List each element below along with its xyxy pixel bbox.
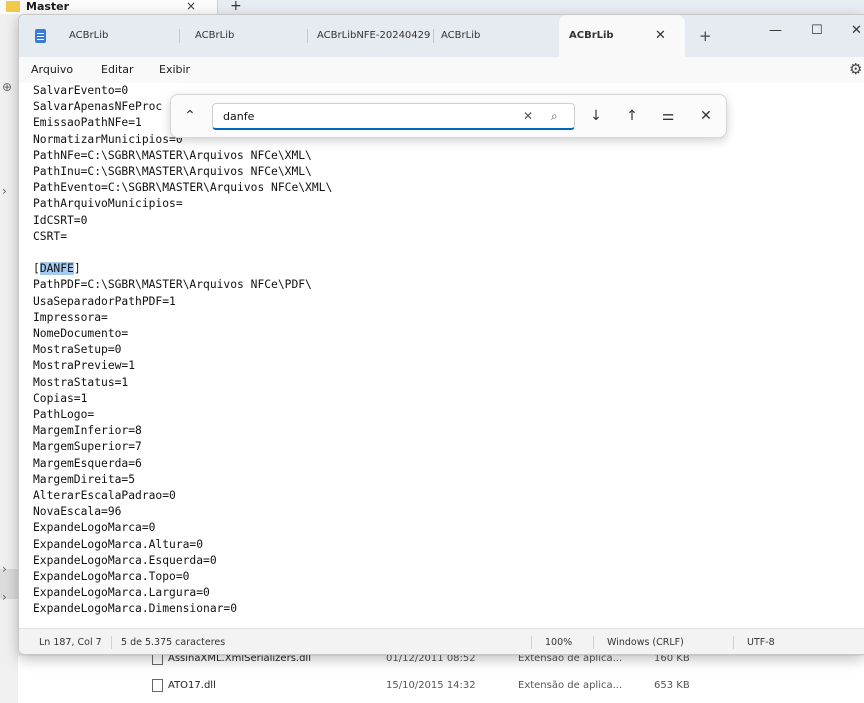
code-line: Copias=1 (33, 391, 88, 405)
close-icon[interactable]: × (186, 0, 196, 13)
notepad-icon (35, 29, 46, 43)
code-line: PathLogo= (33, 408, 95, 421)
bracket-text: ] (73, 262, 81, 276)
text-editor[interactable]: SalvarEvento=0 SalvarApenasNFeProc Emiss… (19, 83, 864, 628)
find-next-arrow-down-icon[interactable]: ↓ (585, 95, 607, 137)
code-line: PathEvento=C:\SGBR\MASTER\Arquivos NFCe\… (33, 181, 333, 195)
clear-icon[interactable]: ✕ (523, 103, 533, 130)
file-type: Extensão de aplica... (518, 680, 623, 691)
status-divider (733, 636, 734, 649)
code-line: ExpandeLogoMarca=0 (33, 521, 156, 535)
code-line: SalvarEvento=0 (33, 84, 129, 97)
tab-label: ACBrLib (441, 30, 481, 41)
file-name: ATO17.dll (168, 680, 216, 691)
code-line: MostraPreview=1 (33, 359, 136, 373)
code-line: ExpandeLogoMarca.Largura=0 (33, 586, 210, 600)
zoom-level[interactable]: 100% (545, 637, 572, 648)
tab-label: ACBrLib (569, 30, 614, 41)
selection-count: 5 de 5.375 caracteres (121, 637, 226, 648)
chevron-right-icon[interactable]: › (2, 184, 7, 198)
maximize-icon[interactable]: ☐ (811, 15, 823, 47)
search-match-highlight: DANFE (39, 262, 74, 276)
code-line: IdCSRT=0 (33, 213, 88, 227)
new-tab-icon[interactable]: + (230, 0, 242, 14)
code-line-match: [DANFE] (33, 261, 81, 277)
code-line: MargemEsquerda=6 (33, 456, 142, 470)
status-divider (111, 636, 112, 649)
tab-label: ACBrLib (195, 30, 235, 41)
tab-active[interactable]: ACBrLib ✕ (559, 15, 685, 57)
find-bar: ⌃ ✕ ⌕ ↓ ↑ ⚌ ✕ (170, 94, 727, 138)
code-line: ExpandeLogoMarca.Altura=0 (33, 537, 204, 551)
minimize-icon[interactable]: — (769, 15, 782, 47)
code-line: NomeDocumento= (33, 327, 129, 340)
code-line: PathNFe=C:\SGBR\MASTER\Arquivos NFCe\XML… (33, 148, 312, 162)
tab-4[interactable]: ACBrLib (441, 15, 541, 57)
code-line: SalvarApenasNFeProc (33, 100, 163, 114)
code-line: EmissaoPathNFe=1 (33, 116, 142, 130)
menu-arquivo[interactable]: Arquivo (31, 63, 73, 76)
code-line: PathInu=C:\SGBR\MASTER\Arquivos NFCe\XML… (33, 165, 312, 178)
menu-editar[interactable]: Editar (101, 63, 134, 76)
explorer-tab-bar: Master × + (0, 0, 864, 14)
code-line: ExpandeLogoMarca.Topo=0 (33, 570, 190, 583)
file-row[interactable]: ATO17.dll 15/10/2015 14:32 Extensão de a… (18, 675, 864, 697)
status-divider (531, 636, 532, 649)
tab-label: ACBrLib (69, 30, 109, 41)
search-icon[interactable]: ⌕ (551, 103, 558, 130)
close-window-icon[interactable]: ✕ (851, 15, 862, 47)
find-input[interactable] (212, 103, 575, 130)
tab-divider (179, 29, 180, 43)
menu-exibir[interactable]: Exibir (159, 63, 190, 76)
gear-icon[interactable]: ⚙ (849, 60, 862, 78)
code-line: ExpandeLogoMarca.Esquerda=0 (33, 553, 217, 567)
status-divider (593, 636, 594, 649)
tab-2[interactable]: ACBrLib (195, 15, 307, 57)
cursor-position[interactable]: Ln 187, Col 7 (39, 637, 102, 648)
folder-icon (6, 1, 20, 12)
code-line: PathPDF=C:\SGBR\MASTER\Arquivos NFCe\PDF… (33, 278, 312, 292)
explorer-tab-title: Master (26, 0, 70, 13)
code-line: MargemInferior=8 (33, 424, 142, 438)
code-line: AlterarEscalaPadrao=0 (33, 489, 176, 502)
file-size: 653 KB (654, 680, 690, 691)
explorer-nav-pane: ⊕ › › › (0, 14, 18, 703)
code-line: MargemDireita=5 (33, 472, 136, 486)
explorer-tab[interactable]: Master × (0, 0, 218, 14)
chevron-right-icon[interactable]: › (2, 590, 7, 604)
code-line: MargemSuperior=7 (33, 440, 142, 454)
expand-replace-icon[interactable]: ⌃ (179, 95, 201, 137)
tab-divider (433, 29, 434, 43)
tab-divider (307, 29, 308, 43)
encoding[interactable]: UTF-8 (747, 637, 775, 648)
tab-label: ACBrLibNFE-20240429 (317, 30, 431, 41)
menu-bar: Arquivo Editar Exibir ⚙ (19, 57, 864, 83)
find-previous-arrow-up-icon[interactable]: ↑ (621, 95, 643, 137)
close-find-icon[interactable]: ✕ (695, 95, 717, 137)
dll-file-icon (152, 679, 163, 692)
code-line: NormatizarMunicipios=0 (33, 132, 183, 146)
code-line: ExpandeLogoMarca.Dimensionar=0 (33, 602, 238, 616)
chevron-right-icon[interactable]: › (2, 562, 7, 576)
code-line: MostraStatus=1 (33, 375, 129, 389)
notepad-tab-bar: ACBrLib ACBrLib ACBrLibNFE-20240429 ACBr… (19, 15, 864, 57)
options-sliders-icon[interactable]: ⚌ (657, 95, 679, 137)
code-line: MostraSetup=0 (33, 343, 122, 357)
code-line: PathArquivoMunicipios= (33, 197, 183, 211)
add-circle-icon[interactable]: ⊕ (2, 80, 12, 94)
code-line: CSRT= (33, 229, 68, 243)
status-bar: Ln 187, Col 7 5 de 5.375 caracteres 100%… (19, 628, 864, 654)
line-ending[interactable]: Windows (CRLF) (607, 637, 684, 648)
tab-3[interactable]: ACBrLibNFE-20240429 (317, 15, 437, 57)
close-icon[interactable]: ✕ (655, 15, 666, 57)
bracket-text: [ (33, 262, 40, 276)
file-list: AssinaXML.XmlSerializers.dll 01/12/2011 … (18, 652, 864, 703)
file-date: 15/10/2015 14:32 (386, 680, 476, 691)
new-tab-icon[interactable]: + (699, 15, 712, 57)
code-line: UsaSeparadorPathPDF=1 (33, 294, 176, 308)
tab-1[interactable]: ACBrLib (19, 15, 179, 57)
code-line: NovaEscala=96 (33, 505, 122, 519)
code-line: Impressora= (33, 310, 108, 324)
